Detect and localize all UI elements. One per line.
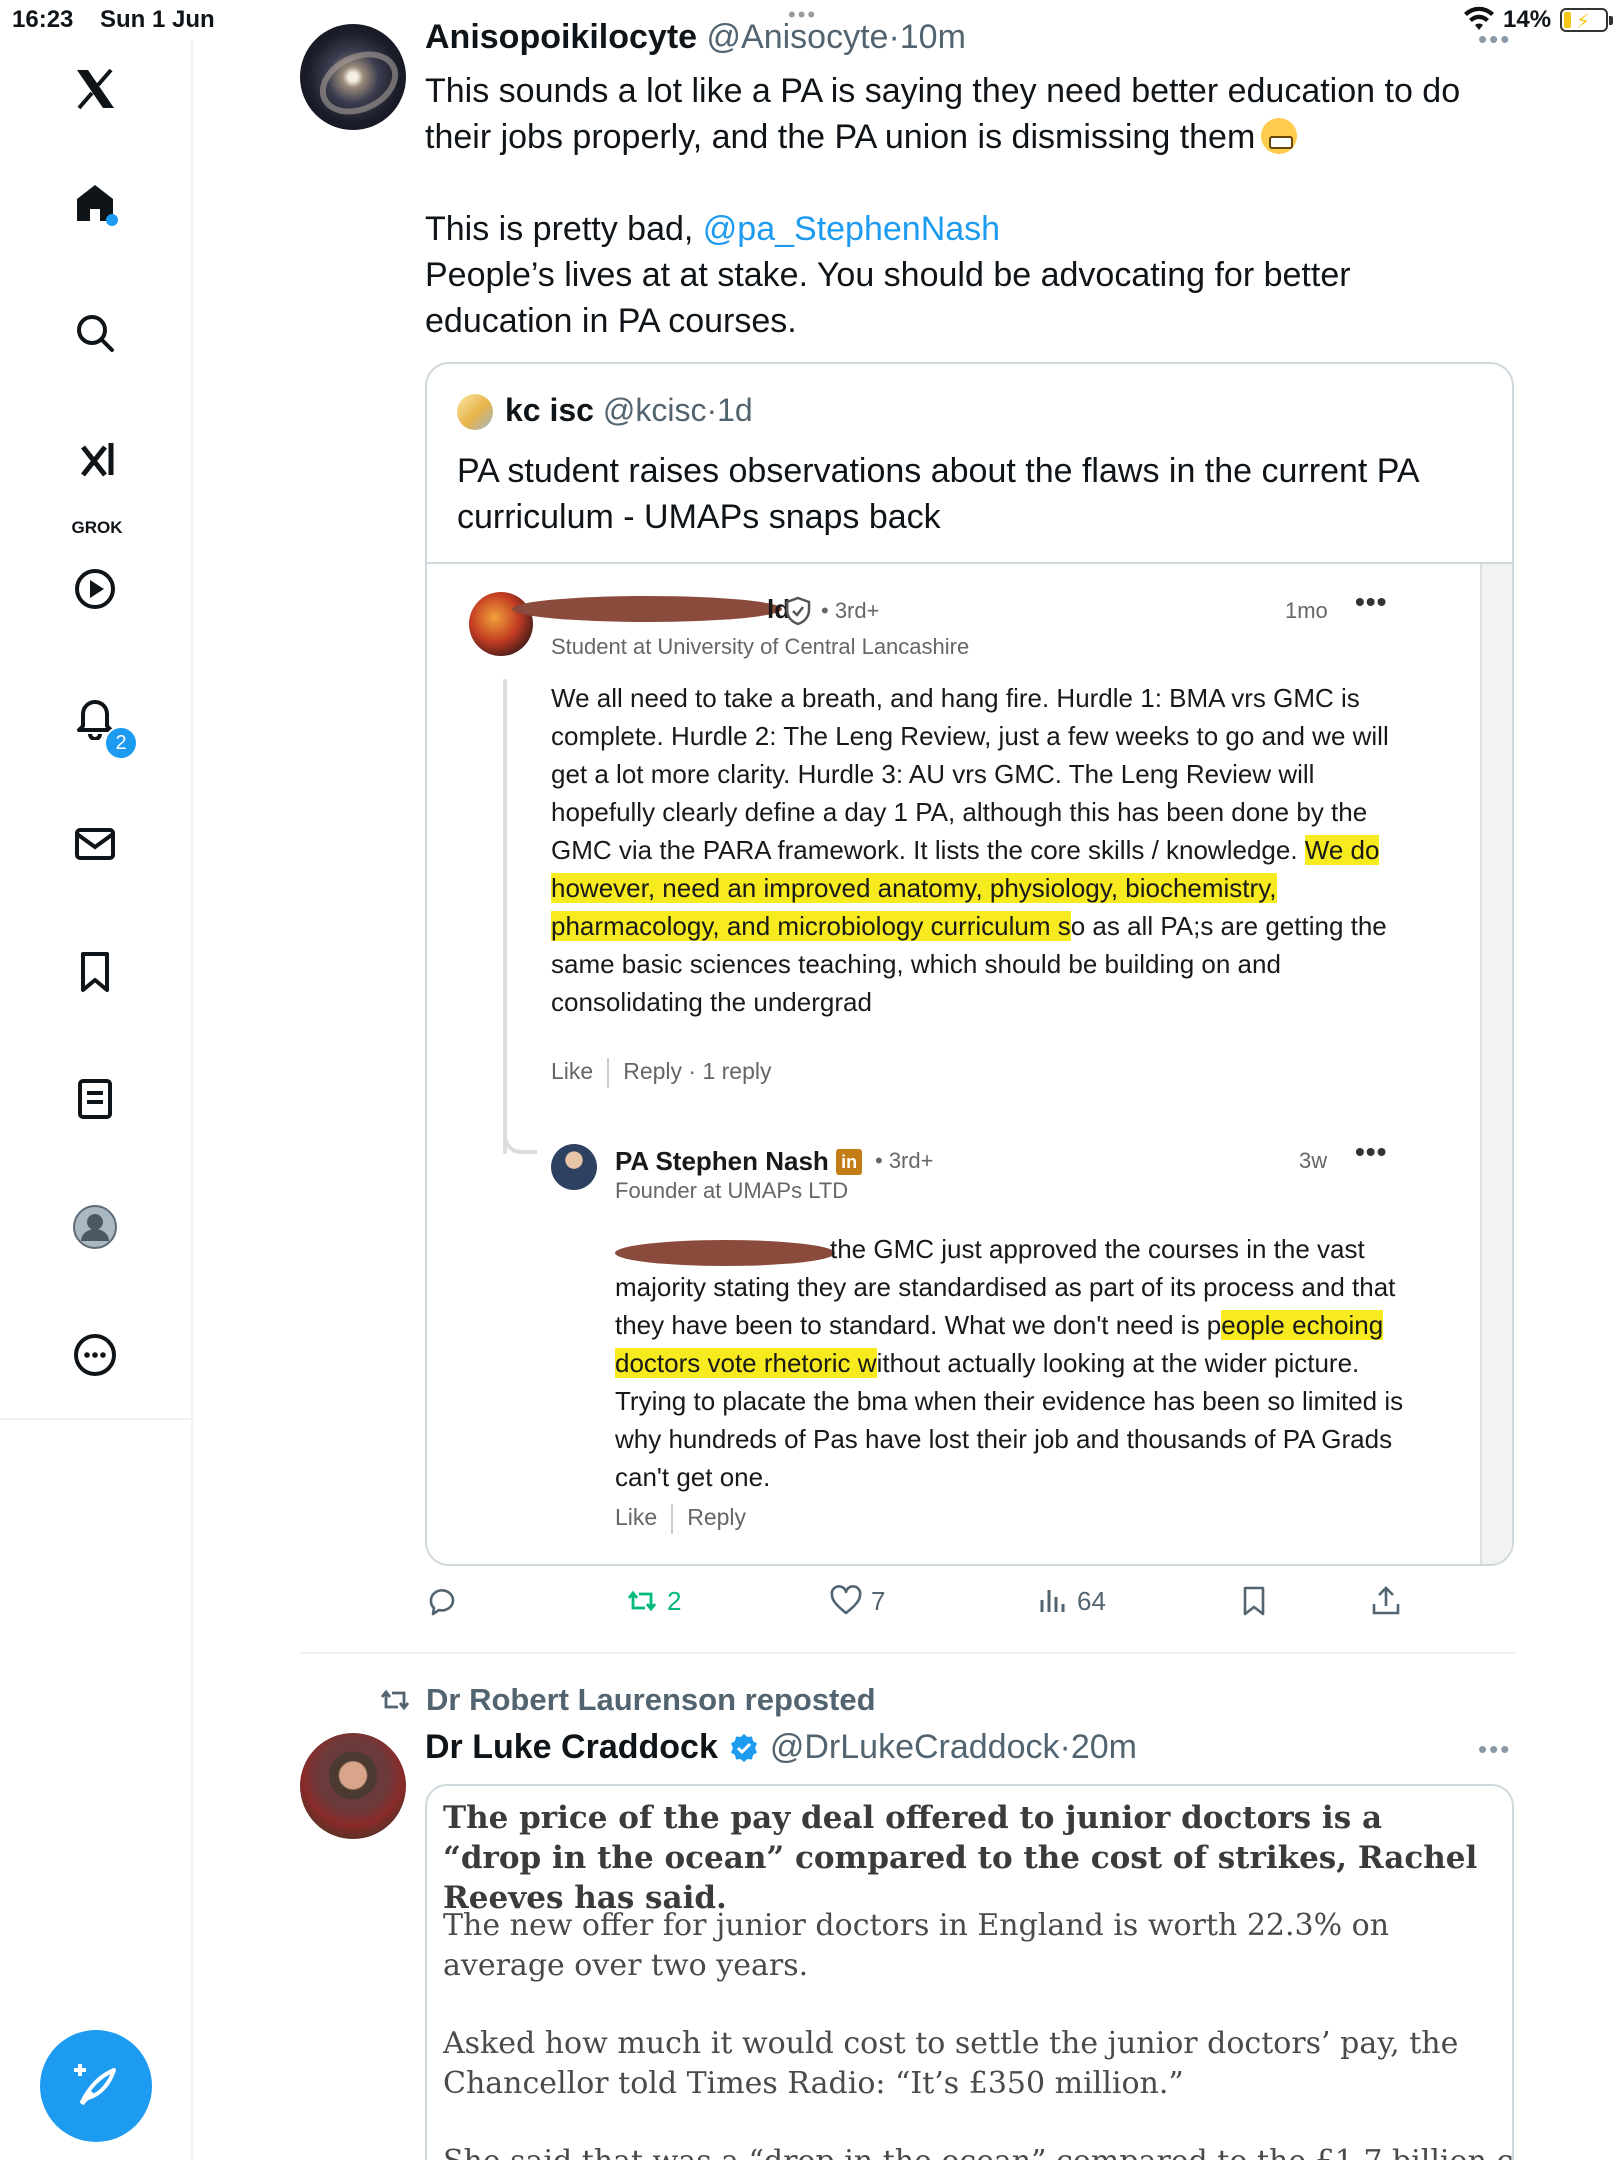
reply-more-icon: ••• xyxy=(1355,1136,1388,1167)
compose-button[interactable] xyxy=(40,2030,152,2142)
reply-actions: Like Reply xyxy=(615,1504,746,1534)
comment-more-icon: ••• xyxy=(1355,586,1388,617)
like-count: 7 xyxy=(871,1585,886,1616)
like-button[interactable]: 7 xyxy=(829,1584,885,1618)
tweet-time[interactable]: ·20m xyxy=(1060,1728,1137,1767)
home-notification-dot xyxy=(106,214,118,226)
comment-actions: Like Reply · 1 reply xyxy=(551,1058,772,1088)
comment-time: 1mo xyxy=(1285,598,1328,623)
more-options-icon[interactable]: ••• xyxy=(1478,24,1511,55)
more-circle-icon[interactable] xyxy=(66,1326,124,1384)
quote-avatar xyxy=(457,394,493,430)
reply-count: · 1 reply xyxy=(688,1058,772,1085)
list-icon[interactable] xyxy=(66,1070,124,1128)
repost-indicator[interactable]: Dr Robert Laurenson reposted xyxy=(378,1682,876,1718)
sidebar-divider xyxy=(0,1418,193,1420)
avatar[interactable] xyxy=(300,24,406,130)
view-count: 64 xyxy=(1077,1585,1106,1616)
article-paragraph: The new offer for junior doctors in Engl… xyxy=(443,1908,1390,1983)
tweet-header: Dr Luke Craddock @DrLukeCraddock ·20m xyxy=(425,1728,1137,1767)
notification-badge: 2 xyxy=(104,726,138,760)
reply-label: Reply xyxy=(623,1058,683,1085)
reply-author-name-text: PA Stephen Nash xyxy=(615,1146,829,1176)
mention-link[interactable]: @pa_StephenNash xyxy=(703,210,1000,248)
repost-icon xyxy=(627,1590,657,1612)
article-paragraph: She said that was a “drop in the ocean” … xyxy=(443,2142,1512,2160)
verified-shield-icon xyxy=(785,596,811,626)
play-icon[interactable] xyxy=(66,560,124,618)
tweet-line1: This sounds a lot like a PA is saying th… xyxy=(425,72,1461,156)
quoted-tweet[interactable]: kc isc @kcisc·1d PA student raises obser… xyxy=(425,362,1514,1566)
bookmark-button[interactable] xyxy=(1237,1584,1279,1618)
redacted-name xyxy=(512,596,782,622)
reply-avatar xyxy=(551,1144,597,1190)
quote-time: ·1d xyxy=(706,392,753,428)
reply-author-name: PA Stephen Nash in xyxy=(615,1146,863,1177)
profile-icon[interactable] xyxy=(66,1198,124,1256)
commenter-avatar xyxy=(469,592,533,656)
avatar[interactable] xyxy=(300,1733,406,1839)
views-button[interactable]: 64 xyxy=(1035,1584,1106,1618)
share-button[interactable] xyxy=(1369,1584,1411,1618)
article-headline: The price of the pay deal offered to jun… xyxy=(443,1800,1478,1916)
quote-text: PA student raises observations about the… xyxy=(457,452,1418,536)
screenshot-scrollbar xyxy=(1480,564,1512,1564)
compose-feather-icon xyxy=(74,2064,116,2106)
author-name[interactable]: Dr Luke Craddock xyxy=(425,1728,718,1767)
sidebar: GROK 2 xyxy=(0,40,193,2160)
x-logo-icon[interactable] xyxy=(66,60,124,118)
status-time: 16:23 xyxy=(12,6,74,33)
reply-degree: • 3rd+ xyxy=(875,1148,934,1173)
repost-small-icon xyxy=(380,1689,410,1711)
tweet-text: This sounds a lot like a PA is saying th… xyxy=(425,68,1505,344)
repost-button[interactable]: 2 xyxy=(625,1584,681,1618)
tweet-line2: This is pretty bad, xyxy=(425,210,703,248)
tweet-header: Anisopoikilocyte @Anisocyte·10m xyxy=(425,18,966,57)
reply-headline: Founder at UMAPs LTD xyxy=(615,1178,849,1203)
bookmark-action-icon xyxy=(1243,1586,1265,1616)
bookmark-icon[interactable] xyxy=(66,943,124,1001)
reply-reply-label: Reply xyxy=(687,1504,747,1531)
views-icon xyxy=(1040,1590,1065,1612)
quote-author-handle: @kcisc xyxy=(602,392,707,428)
quote-screenshot-image[interactable]: ld • 3rd+ 1mo ••• Student at University … xyxy=(427,562,1512,1564)
commenter-headline: Student at University of Central Lancash… xyxy=(551,634,970,659)
like-label: Like xyxy=(551,1058,594,1085)
search-icon[interactable] xyxy=(66,304,124,362)
share-icon xyxy=(1372,1586,1400,1615)
tweet-time[interactable]: ·10m xyxy=(888,18,965,56)
repost-count: 2 xyxy=(667,1585,682,1616)
author-name[interactable]: Anisopoikilocyte xyxy=(425,18,697,56)
verified-badge-icon xyxy=(730,1733,757,1762)
thread-curve xyxy=(503,1124,537,1154)
author-handle[interactable]: @Anisocyte xyxy=(707,18,889,56)
article-screenshot[interactable]: The price of the pay deal offered to jun… xyxy=(425,1784,1514,2160)
tweet-divider xyxy=(300,1652,1515,1654)
reply-button[interactable] xyxy=(425,1584,467,1618)
more-options-icon[interactable]: ••• xyxy=(1478,1734,1511,1765)
comment-body: We all need to take a breath, and hang f… xyxy=(551,679,1401,1021)
tweet-actions: 2 7 64 xyxy=(425,1584,1515,1624)
reply-icon xyxy=(429,1589,455,1616)
mail-icon[interactable] xyxy=(66,815,124,873)
reply-body: the GMC just approved the courses in the… xyxy=(615,1230,1405,1496)
quote-header: kc isc @kcisc·1d xyxy=(505,392,753,429)
grimace-emoji-icon xyxy=(1261,118,1298,154)
repost-label: Dr Robert Laurenson reposted xyxy=(426,1682,876,1717)
grok-label: GROK xyxy=(71,518,123,537)
reply-time: 3w xyxy=(1299,1148,1328,1173)
grok-icon[interactable] xyxy=(66,432,124,490)
tweet-line3: People’s lives at at stake. You should b… xyxy=(425,256,1351,340)
battery-icon: ⚡ xyxy=(1560,8,1613,33)
heart-icon xyxy=(830,1585,862,1615)
connection-degree: • 3rd+ xyxy=(821,598,880,623)
status-date: Sun 1 Jun xyxy=(100,6,215,33)
quote-author-name: kc isc xyxy=(505,392,594,428)
comment-text: We all need to take a breath, and hang f… xyxy=(551,683,1389,865)
article-paragraph: Asked how much it would cost to settle t… xyxy=(443,2026,1459,2101)
reply-like-label: Like xyxy=(615,1504,658,1531)
author-handle[interactable]: @DrLukeCraddock xyxy=(770,1728,1060,1767)
thread-line xyxy=(503,679,507,1154)
linkedin-logo-icon: in xyxy=(836,1149,863,1175)
